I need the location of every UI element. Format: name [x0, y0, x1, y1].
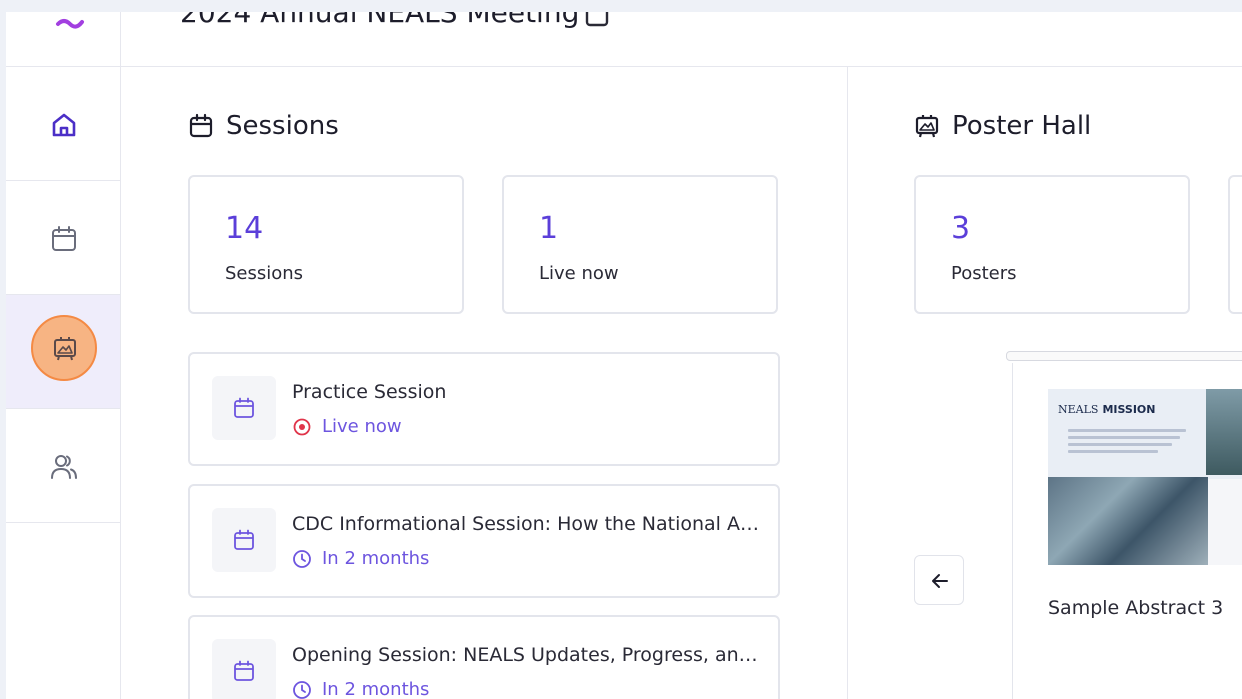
sidebar-item-people[interactable] [6, 409, 120, 523]
session-icon-box [212, 639, 276, 699]
poster-thumb-brand: NEALS [1058, 403, 1099, 416]
poster-thumb-title: MISSION [1102, 403, 1156, 416]
sidebar-item-sessions[interactable] [6, 181, 120, 295]
session-card[interactable]: Opening Session: NEALS Updates, Progress… [188, 615, 780, 699]
live-now-card[interactable]: 1 Live now [502, 175, 778, 314]
arrow-left-icon [932, 574, 948, 588]
stat-value: 14 [225, 211, 264, 246]
stat-label: Sessions [225, 263, 304, 284]
poster-hall-heading: Poster Hall [914, 109, 1091, 143]
session-status-label: In 2 months [322, 548, 430, 569]
poster-thumb-sidebar [1208, 479, 1242, 565]
sessions-count-card[interactable]: 14 Sessions [188, 175, 464, 314]
sessions-heading-label: Sessions [226, 111, 339, 141]
calendar-icon [189, 113, 213, 138]
event-title: 2024 Annual NEALS Meeting [180, 12, 580, 29]
clock-icon [293, 680, 311, 699]
previous-poster-button[interactable] [914, 555, 964, 605]
poster-icon [915, 115, 939, 138]
poster-thumbnail[interactable]: NEALS MISSION [1048, 389, 1242, 565]
sidebar-item-home[interactable] [6, 67, 120, 181]
poster-thumb-photo [1048, 477, 1208, 565]
home-icon [52, 113, 76, 137]
session-title: Opening Session: NEALS Updates, Progress… [292, 644, 762, 666]
app-logo[interactable] [50, 12, 86, 32]
stat-value: 3 [951, 211, 971, 246]
sessions-panel: Sessions 14 Sessions 1 Live now Practice… [121, 67, 848, 699]
sessions-heading: Sessions [188, 109, 339, 143]
poster-thumb-body [1068, 429, 1188, 463]
top-divider [120, 12, 121, 66]
session-card[interactable]: Practice Session Live now [188, 352, 780, 466]
poster-thumb-image [1206, 389, 1242, 475]
session-status: Live now [292, 416, 402, 437]
session-icon-box [212, 508, 276, 572]
session-title: Practice Session [292, 381, 447, 403]
session-status-label: In 2 months [322, 679, 430, 699]
sidebar [6, 67, 121, 699]
calendar-icon [234, 529, 254, 550]
poster-stand-edge [1006, 351, 1242, 361]
app-window: 2024 Annual NEALS Meeting Sessions 14 Se… [6, 12, 1242, 699]
poster-hall-panel: Poster Hall 3 Posters NEALS MISSION Sampl… [848, 67, 1242, 699]
session-status: In 2 months [292, 548, 429, 569]
poster-stat-card-partial[interactable] [1228, 175, 1242, 314]
poster-name[interactable]: Sample Abstract 3 [1048, 597, 1223, 619]
session-status-label: Live now [322, 416, 402, 437]
stat-label: Live now [539, 263, 619, 284]
poster-thumb-heading: NEALS MISSION [1058, 403, 1156, 416]
stat-label: Posters [951, 263, 1017, 284]
clock-icon [293, 549, 311, 568]
users-icon [51, 455, 77, 479]
live-dot-icon [293, 418, 311, 435]
calendar-icon [234, 397, 254, 418]
calendar-icon[interactable] [584, 12, 610, 28]
session-card[interactable]: CDC Informational Session: How the Natio… [188, 484, 780, 598]
poster-icon [54, 337, 76, 361]
poster-hall-heading-label: Poster Hall [952, 111, 1092, 141]
session-status: In 2 months [292, 679, 429, 699]
session-icon-box [212, 376, 276, 440]
calendar-icon [52, 226, 76, 251]
session-title: CDC Informational Session: How the Natio… [292, 513, 762, 535]
stat-value: 1 [539, 211, 559, 246]
sidebar-item-poster-hall[interactable] [6, 295, 120, 409]
posters-count-card[interactable]: 3 Posters [914, 175, 1190, 314]
calendar-icon [234, 660, 254, 681]
top-bar: 2024 Annual NEALS Meeting [6, 12, 1242, 67]
